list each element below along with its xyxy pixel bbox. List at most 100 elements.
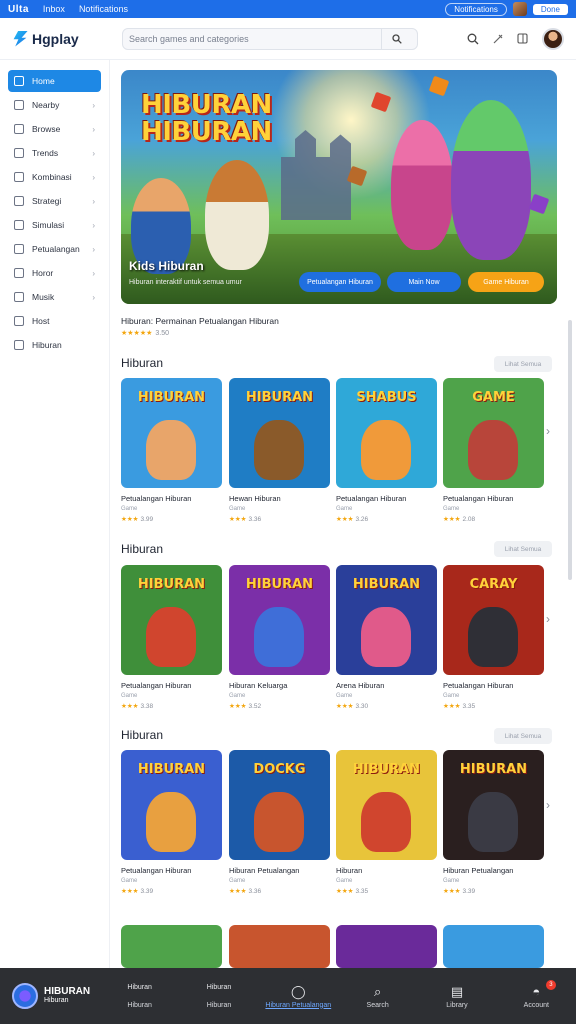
featured-title[interactable]: Hiburan: Permainan Petualangan Hiburan <box>121 316 279 326</box>
hero-character-bear <box>205 160 269 270</box>
game-rating-value: 3.39 <box>140 888 154 895</box>
game-card[interactable] <box>336 925 437 968</box>
game-card[interactable]: HIBURAN Hiburan Petualangan Game ★★★ 3.39 <box>443 750 544 895</box>
section-title: Hiburan <box>121 356 164 370</box>
document-icon <box>14 340 24 350</box>
section-title: Hiburan <box>121 542 164 556</box>
game-card[interactable]: HIBURAN Petualangan Hiburan Game ★★★ 3.38 <box>121 565 222 710</box>
see-all-button[interactable]: Lihat Semua <box>494 728 552 744</box>
game-card[interactable]: GAME Petualangan Hiburan Game ★★★ 2.08 <box>443 378 544 523</box>
game-card[interactable]: HIBURAN Hewan Hiburan Game ★★★ 3.36 <box>229 378 330 523</box>
sidebar-item-trends[interactable]: Trends › <box>8 142 101 164</box>
nav-label: Hiburan Petualangan <box>265 1001 332 1009</box>
game-card[interactable]: HIBURAN Petualangan Hiburan Game ★★★ 3.39 <box>121 750 222 895</box>
game-thumbnail-title: HIBURAN <box>352 577 421 592</box>
game-thumbnail: HIBURAN <box>229 378 330 488</box>
game-card[interactable]: HIBURAN Hiburan Game ★★★ 3.35 <box>336 750 437 895</box>
game-character <box>254 607 304 667</box>
topbar-avatar[interactable] <box>512 2 527 16</box>
game-character <box>361 792 411 852</box>
game-card[interactable] <box>229 925 330 968</box>
game-character <box>468 792 518 852</box>
topbar-done-button[interactable]: Done <box>532 3 568 15</box>
star-rating-icon: ★★★ <box>336 703 354 710</box>
nav-item-petualangan[interactable]: ◯ Hiburan Petualangan <box>259 984 338 1009</box>
sidebar-item-petualangan[interactable]: Petualangan › <box>8 238 101 260</box>
topbar-brand: Ulta <box>8 3 29 15</box>
hero-subtitle: Kids Hiburan <box>129 259 204 273</box>
server-icon <box>14 316 24 326</box>
game-card[interactable]: DOCKG Hiburan Petualangan Game ★★★ 3.36 <box>229 750 330 895</box>
game-name: Petualangan Hiburan <box>443 494 514 503</box>
chevron-right-icon[interactable]: › <box>546 798 550 812</box>
sidebar-item-strategi[interactable]: Strategi › <box>8 190 101 212</box>
nav-item-search[interactable]: ⌕ Search <box>338 984 417 1009</box>
user-icon: ◓ <box>532 983 541 999</box>
sidebar-item-host[interactable]: Host <box>8 310 101 332</box>
hero-game-button[interactable]: Game Hiburan <box>468 272 544 292</box>
game-card[interactable]: CARAY Petualangan Hiburan Game ★★★ 3.35 <box>443 565 544 710</box>
sidebar-item-label: Musik <box>32 292 55 302</box>
search-icon[interactable] <box>467 33 479 45</box>
sidebar-item-horor[interactable]: Horor › <box>8 262 101 284</box>
sidebar-item-label: Hiburan <box>32 340 62 350</box>
chevron-right-icon: › <box>92 220 95 230</box>
nav-item-hiburan-2[interactable]: Hiburan Hiburan <box>179 984 258 1009</box>
search-bar[interactable]: Search games and categories <box>122 27 418 50</box>
edit-icon[interactable] <box>493 34 503 44</box>
sidebar-item-kombinasi[interactable]: Kombinasi › <box>8 166 101 188</box>
game-thumbnail-title: GAME <box>472 390 515 405</box>
hero-adventure-button[interactable]: Petualangan Hiburan <box>299 272 381 292</box>
chevron-right-icon: › <box>92 244 95 254</box>
see-all-button[interactable]: Lihat Semua <box>494 356 552 372</box>
game-character <box>254 420 304 480</box>
user-avatar[interactable] <box>542 27 564 50</box>
game-thumbnail-title: SHABUS <box>356 390 417 405</box>
game-card[interactable] <box>121 925 222 968</box>
game-character <box>254 792 304 852</box>
game-thumbnail <box>336 925 437 968</box>
nav-item-hiburan[interactable]: Hiburan Hiburan <box>100 984 179 1009</box>
star-rating-icon: ★★★ <box>229 516 247 523</box>
game-name: Petualangan Hiburan <box>336 494 407 503</box>
app-logo[interactable]: Hgplay <box>12 30 122 47</box>
hero-title-line: HIBURAN <box>141 117 272 147</box>
bottom-logo[interactable]: HIBURAN Hiburan <box>0 983 100 1009</box>
chevron-right-icon[interactable]: › <box>546 424 550 438</box>
sidebar-item-nearby[interactable]: Nearby › <box>8 94 101 116</box>
game-card[interactable] <box>443 925 544 968</box>
window-icon[interactable] <box>517 33 528 44</box>
game-character <box>361 420 411 480</box>
nav-item-library[interactable]: ▤ Library <box>417 984 496 1009</box>
game-card[interactable]: HIBURAN Arena Hiburan Game ★★★ 3.30 <box>336 565 437 710</box>
topbar-inbox-link[interactable]: Inbox <box>43 4 65 14</box>
sidebar-item-browse[interactable]: Browse › <box>8 118 101 140</box>
see-all-button[interactable]: Lihat Semua <box>494 541 552 557</box>
game-card[interactable]: HIBURAN Hiburan Keluarga Game ★★★ 3.52 <box>229 565 330 710</box>
sidebar-item-home[interactable]: Home <box>8 70 101 92</box>
bottom-logo-text: HIBURAN Hiburan <box>44 987 90 1005</box>
game-name: Hiburan Petualangan <box>443 866 514 875</box>
game-rating-value: 3.36 <box>248 516 262 523</box>
nav-top-label: Hiburan <box>127 983 152 991</box>
game-card[interactable]: HIBURAN Petualangan Hiburan Game ★★★ 3.99 <box>121 378 222 523</box>
game-card[interactable]: SHABUS Petualangan Hiburan Game ★★★ 3.26 <box>336 378 437 523</box>
nav-label: Hiburan <box>206 1001 232 1009</box>
game-thumbnail <box>121 925 222 968</box>
sidebar-item-simulasi[interactable]: Simulasi › <box>8 214 101 236</box>
game-thumbnail: HIBURAN <box>229 565 330 675</box>
topbar-notifications-link[interactable]: Notifications <box>79 4 128 14</box>
hero-play-button[interactable]: Main Now <box>387 272 461 292</box>
nav-item-account[interactable]: ◓ 3 Account <box>497 979 576 1009</box>
game-character <box>361 607 411 667</box>
chevron-right-icon[interactable]: › <box>546 612 550 626</box>
game-thumbnail: HIBURAN <box>121 750 222 860</box>
search-button[interactable] <box>381 28 411 49</box>
search-input[interactable]: Search games and categories <box>129 34 249 44</box>
topbar-notifications-pill[interactable]: Notifications <box>445 2 507 16</box>
scrollbar[interactable] <box>568 320 572 580</box>
game-thumbnail: DOCKG <box>229 750 330 860</box>
sidebar-item-musik[interactable]: Musik › <box>8 286 101 308</box>
hero-banner[interactable]: HIBURAN HIBURAN Kids Hiburan Hiburan int… <box>121 70 557 304</box>
sidebar-item-hiburan[interactable]: Hiburan <box>8 334 101 356</box>
